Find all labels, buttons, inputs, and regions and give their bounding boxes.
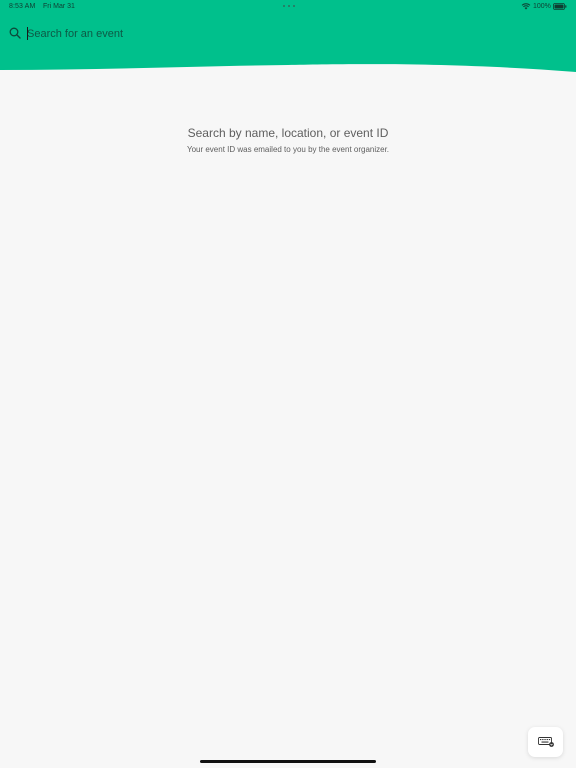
status-bar: 8:53 AM Fri Mar 31 100% (0, 0, 576, 14)
battery-icon (553, 3, 567, 10)
empty-state: Search by name, location, or event ID Yo… (0, 126, 576, 155)
keyboard-dismiss-button[interactable] (528, 727, 563, 757)
header: 8:53 AM Fri Mar 31 100% (0, 0, 576, 80)
search-icon (9, 27, 21, 39)
search-input[interactable] (27, 25, 427, 43)
battery-percentage: 100% (533, 3, 551, 10)
home-indicator[interactable] (200, 760, 376, 763)
status-date: Fri Mar 31 (43, 3, 75, 10)
text-cursor (27, 27, 28, 40)
status-time: 8:53 AM (9, 3, 36, 10)
multitasking-dots-icon[interactable] (282, 3, 296, 9)
empty-state-subtitle: Your event ID was emailed to you by the … (186, 145, 390, 154)
keyboard-dismiss-icon (538, 737, 554, 747)
empty-state-title: Search by name, location, or event ID (187, 126, 389, 140)
wifi-icon (521, 3, 531, 10)
search-bar[interactable] (0, 22, 576, 46)
